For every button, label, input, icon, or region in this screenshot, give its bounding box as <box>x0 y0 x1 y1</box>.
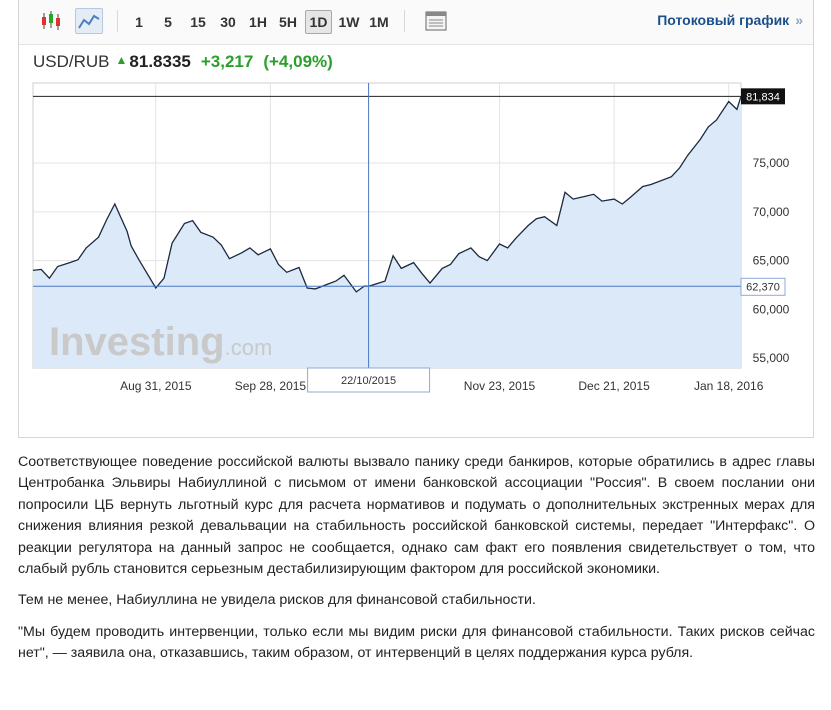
data-point <box>441 267 443 269</box>
data-point <box>449 263 451 265</box>
data-point <box>593 193 595 195</box>
data-point <box>163 277 165 279</box>
article-paragraph-3: "Мы будем проводить интервенции, только … <box>18 623 815 662</box>
data-point <box>650 183 652 185</box>
x-tick-label: Jan 18, 2016 <box>694 379 764 393</box>
data-point <box>400 267 402 269</box>
last-price-label: 81,834 <box>741 88 785 105</box>
data-point <box>277 263 279 265</box>
data-point <box>200 231 202 233</box>
data-point <box>728 100 730 102</box>
data-point <box>220 244 222 246</box>
data-point <box>269 248 271 250</box>
article-paragraph-1: Соответствующее поведение российской вал… <box>18 454 815 578</box>
data-point <box>298 266 300 268</box>
data-point <box>355 291 357 293</box>
x-tick-label: Sep 28, 2015 <box>235 379 307 393</box>
data-point <box>212 236 214 238</box>
data-point <box>715 119 717 121</box>
data-point <box>171 242 173 244</box>
data-point <box>486 259 488 261</box>
data-point <box>114 203 116 205</box>
data-point <box>306 287 308 289</box>
price-chart[interactable]: Investing.com 55,000 60,000 65,000 70,000 75… <box>19 0 815 438</box>
y-tick-label: 60,000 <box>753 302 790 316</box>
data-point <box>228 258 230 260</box>
data-point <box>543 216 545 218</box>
watermark-suffix: .com <box>225 335 273 360</box>
data-point <box>130 245 132 247</box>
data-point <box>392 255 394 257</box>
data-point <box>191 219 193 221</box>
data-point <box>564 191 566 193</box>
data-point <box>584 195 586 197</box>
data-point <box>155 287 157 289</box>
data-point <box>106 218 108 220</box>
data-point <box>507 247 509 249</box>
data-point <box>257 254 259 256</box>
data-point <box>707 126 709 128</box>
data-point <box>535 218 537 220</box>
data-point <box>613 198 615 200</box>
data-point <box>572 198 574 200</box>
data-point <box>621 203 623 205</box>
data-point <box>556 224 558 226</box>
chart-widget: 1 5 15 30 1H 5H 1D 1W 1M Потоковый графи… <box>18 0 814 438</box>
data-point <box>48 277 50 279</box>
crosshair-date: 22/10/2015 <box>341 375 396 387</box>
data-point <box>629 196 631 198</box>
data-point <box>314 288 316 290</box>
article-body: Соответствующее поведение российской вал… <box>18 452 815 665</box>
data-point <box>421 272 423 274</box>
data-point <box>498 243 500 245</box>
data-point <box>687 154 689 156</box>
data-point <box>85 247 87 249</box>
y-tick-label: 65,000 <box>753 254 790 268</box>
data-point <box>343 274 345 276</box>
data-point <box>327 283 329 285</box>
y-tick-label: 75,000 <box>753 156 790 170</box>
y-tick-label: 70,000 <box>753 205 790 219</box>
article-paragraph-2: Тем не менее, Набиуллина не увидела риск… <box>18 592 536 609</box>
x-tick-label: Dec 21, 2015 <box>578 379 650 393</box>
data-point <box>249 247 251 249</box>
data-point <box>183 222 185 224</box>
data-point <box>670 176 672 178</box>
data-point <box>384 280 386 282</box>
x-tick-label: Aug 31, 2015 <box>120 379 192 393</box>
y-tick-label: 55,000 <box>753 351 790 365</box>
data-point <box>470 247 472 249</box>
data-point <box>429 282 431 284</box>
data-point <box>138 259 140 261</box>
data-point <box>527 224 529 226</box>
data-point <box>515 237 517 239</box>
data-point <box>699 138 701 140</box>
data-point <box>97 236 99 238</box>
data-point <box>56 265 58 267</box>
data-point <box>126 230 128 232</box>
data-point <box>286 271 288 273</box>
data-point <box>40 268 42 270</box>
crosshair-date-label: 22/10/2015 <box>307 367 431 393</box>
data-point <box>241 252 243 254</box>
data-point <box>457 253 459 255</box>
data-point <box>69 261 71 263</box>
data-point <box>77 259 79 261</box>
data-point <box>642 185 644 187</box>
data-point <box>335 280 337 282</box>
watermark-text: Investing <box>49 320 225 364</box>
data-point <box>478 256 480 258</box>
data-point <box>601 200 603 202</box>
x-tick-label: Nov 23, 2015 <box>464 379 536 393</box>
data-point <box>678 167 680 169</box>
last-price-value: 81,834 <box>746 91 780 103</box>
data-point <box>736 108 738 110</box>
data-point <box>32 269 34 271</box>
data-point <box>412 261 414 263</box>
crosshair-value: 62,370 <box>746 281 780 293</box>
crosshair-value-label: 62,370 <box>740 277 786 296</box>
